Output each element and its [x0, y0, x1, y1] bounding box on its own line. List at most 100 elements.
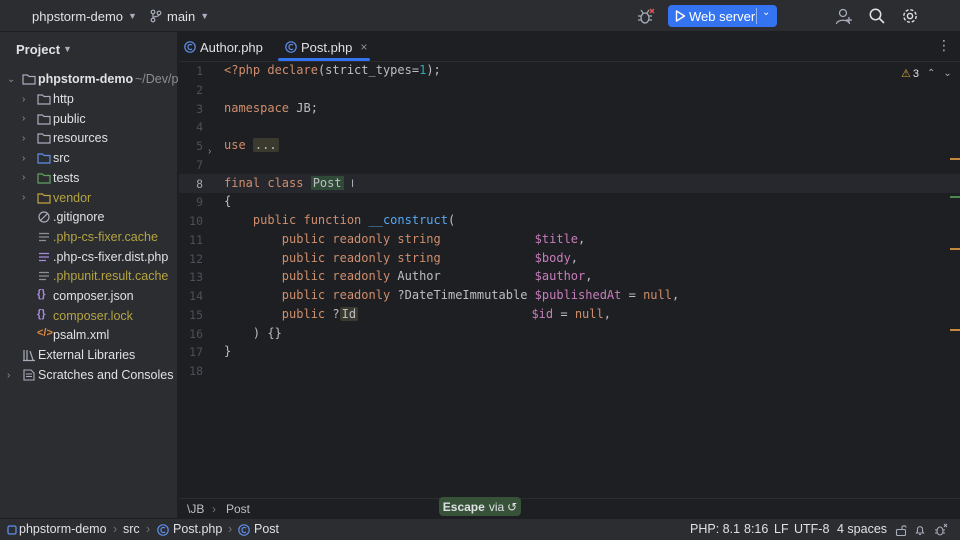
- file-encoding[interactable]: UTF-8: [794, 522, 829, 536]
- tree-root-label: phpstorm-demo: [38, 72, 134, 86]
- collapsed-arrow-icon[interactable]: ›: [22, 94, 25, 105]
- line-number[interactable]: 18: [179, 364, 203, 378]
- vcs-branch-widget[interactable]: main ▼: [150, 0, 209, 32]
- code-editor[interactable]: 1 <?php declare(strict_types=1); 2 3 namespa…: [179, 62, 960, 498]
- tree-item-resources[interactable]: › resources: [0, 128, 178, 148]
- indent-settings[interactable]: 4 spaces: [837, 522, 887, 536]
- tree-item-psalm-xml[interactable]: </> psalm.xml: [0, 325, 178, 345]
- collapsed-arrow-icon[interactable]: ›: [22, 113, 25, 124]
- inspector-bug-icon[interactable]: [934, 523, 948, 537]
- status-crumb-project[interactable]: phpstorm-demo: [19, 522, 107, 536]
- tree-item-src[interactable]: › src: [0, 148, 178, 168]
- tree-item-tests[interactable]: › tests: [0, 168, 178, 188]
- previous-highlight-icon[interactable]: ⌃: [927, 68, 935, 79]
- collapsed-arrow-icon[interactable]: ›: [22, 192, 25, 203]
- status-crumb-file[interactable]: Post.php: [173, 522, 222, 536]
- code-line[interactable]: 9{: [179, 193, 960, 212]
- php-class-icon: [285, 41, 297, 53]
- line-number[interactable]: 12: [179, 252, 203, 266]
- code-token: declare: [267, 63, 318, 77]
- tree-scratches-and-consoles[interactable]: › Scratches and Consoles: [0, 365, 178, 385]
- tree-item-php-cs-fixer-cache[interactable]: .php-cs-fixer.cache: [0, 227, 178, 247]
- line-number[interactable]: 11: [179, 233, 203, 247]
- text-cursor-icon: I: [351, 178, 355, 190]
- add-user-icon[interactable]: [835, 7, 853, 25]
- tree-item-vendor[interactable]: › vendor: [0, 188, 178, 208]
- line-number[interactable]: 16: [179, 327, 203, 341]
- next-highlight-icon[interactable]: ⌄: [943, 68, 951, 79]
- code-line[interactable]: 7: [179, 156, 960, 175]
- code-line[interactable]: 10 public function __construct(: [179, 212, 960, 231]
- line-number[interactable]: 17: [179, 345, 203, 359]
- code-line[interactable]: 11 public readonly string $title,: [179, 231, 960, 250]
- breadcrumb-namespace[interactable]: \JB: [187, 502, 204, 516]
- line-number[interactable]: 10: [179, 214, 203, 228]
- collapsed-arrow-icon[interactable]: ›: [22, 133, 25, 144]
- scrollbar-warning-marker[interactable]: [950, 248, 960, 250]
- search-icon[interactable]: [868, 7, 886, 25]
- tree-item-php-cs-fixer-dist-php[interactable]: .php-cs-fixer.dist.php: [0, 247, 178, 267]
- tree-item-label: .php-cs-fixer.cache: [53, 229, 158, 244]
- collapsed-arrow-icon[interactable]: ›: [22, 153, 25, 164]
- project-panel-title[interactable]: Project: [16, 42, 60, 57]
- tree-item-composer-lock[interactable]: {} composer.lock: [0, 306, 178, 326]
- code-line[interactable]: 14 public readonly ?DateTimeImmutable $p…: [179, 287, 960, 306]
- code-line[interactable]: 1 <?php declare(strict_types=1);: [179, 62, 960, 81]
- more-tabs-icon[interactable]: ⋮: [937, 38, 951, 52]
- collapsed-arrow-icon[interactable]: ›: [7, 370, 10, 381]
- line-number[interactable]: 1: [179, 64, 203, 78]
- tree-item-gitignore[interactable]: .gitignore: [0, 207, 178, 227]
- code-line[interactable]: 8 final class Post: [179, 175, 960, 194]
- chevron-down-icon[interactable]: ⌄: [762, 7, 770, 18]
- line-number[interactable]: 7: [179, 158, 203, 172]
- debug-bug-icon[interactable]: [637, 7, 655, 25]
- breadcrumb-class[interactable]: Post: [226, 502, 250, 516]
- project-switcher[interactable]: phpstorm-demo ▼: [32, 0, 137, 32]
- line-number[interactable]: 5: [179, 139, 203, 153]
- line-number[interactable]: 9: [179, 195, 203, 209]
- scrollbar-change-marker[interactable]: [950, 196, 960, 198]
- status-crumb-class[interactable]: Post: [254, 522, 279, 536]
- tab-label: Post.php: [301, 39, 353, 55]
- code-line[interactable]: 16 ) {}: [179, 325, 960, 344]
- tree-external-libraries[interactable]: External Libraries: [0, 345, 178, 365]
- code-line[interactable]: 18: [179, 362, 960, 381]
- close-icon[interactable]: ×: [360, 40, 367, 54]
- code-line[interactable]: 15 public ? Id $id = null,: [179, 306, 960, 325]
- line-number[interactable]: 2: [179, 83, 203, 97]
- caret-position[interactable]: 8:16: [744, 522, 768, 536]
- gear-icon[interactable]: [901, 7, 919, 25]
- line-number[interactable]: 4: [179, 120, 203, 134]
- chevron-down-icon[interactable]: ▼: [63, 44, 72, 54]
- line-number[interactable]: 8: [179, 177, 203, 191]
- inspection-widget[interactable]: ⚠ 3 ⌃ ⌄: [901, 67, 952, 81]
- code-line[interactable]: 12 public readonly string $body,: [179, 250, 960, 269]
- collapsed-arrow-icon[interactable]: ›: [22, 172, 25, 183]
- line-number[interactable]: 3: [179, 102, 203, 116]
- tab-author-php[interactable]: Author.php: [184, 32, 263, 62]
- code-line[interactable]: 2: [179, 81, 960, 100]
- tree-item-composer-json[interactable]: {} composer.json: [0, 286, 178, 306]
- code-line[interactable]: 3 namespace JB;: [179, 100, 960, 119]
- unlock-icon[interactable]: [895, 524, 907, 536]
- line-number[interactable]: 13: [179, 270, 203, 284]
- php-language-level[interactable]: PHP: 8.1: [690, 522, 740, 536]
- tree-item-http[interactable]: › http: [0, 89, 178, 109]
- line-separator[interactable]: LF: [774, 522, 789, 536]
- tree-item-public[interactable]: › public: [0, 109, 178, 129]
- status-crumb-src[interactable]: src: [123, 522, 140, 536]
- code-line[interactable]: 5 use ...: [179, 137, 960, 156]
- tree-root-phpstorm-demo[interactable]: ⌄ phpstorm-demo ~/Dev/p: [0, 69, 178, 89]
- fold-arrow-icon[interactable]: ›: [208, 146, 211, 157]
- notifications-icon[interactable]: [914, 524, 926, 536]
- code-line[interactable]: 13 public readonly Author $author,: [179, 268, 960, 287]
- scrollbar-warning-marker[interactable]: [950, 329, 960, 331]
- run-configuration-button[interactable]: Web server ⌄: [668, 5, 777, 27]
- line-number[interactable]: 14: [179, 289, 203, 303]
- scrollbar-warning-marker[interactable]: [950, 158, 960, 160]
- code-line[interactable]: 17}: [179, 343, 960, 362]
- expanded-arrow-icon[interactable]: ⌄: [7, 74, 15, 85]
- code-line[interactable]: 4: [179, 118, 960, 137]
- tree-item-phpunit-result-cache[interactable]: .phpunit.result.cache: [0, 266, 178, 286]
- line-number[interactable]: 15: [179, 308, 203, 322]
